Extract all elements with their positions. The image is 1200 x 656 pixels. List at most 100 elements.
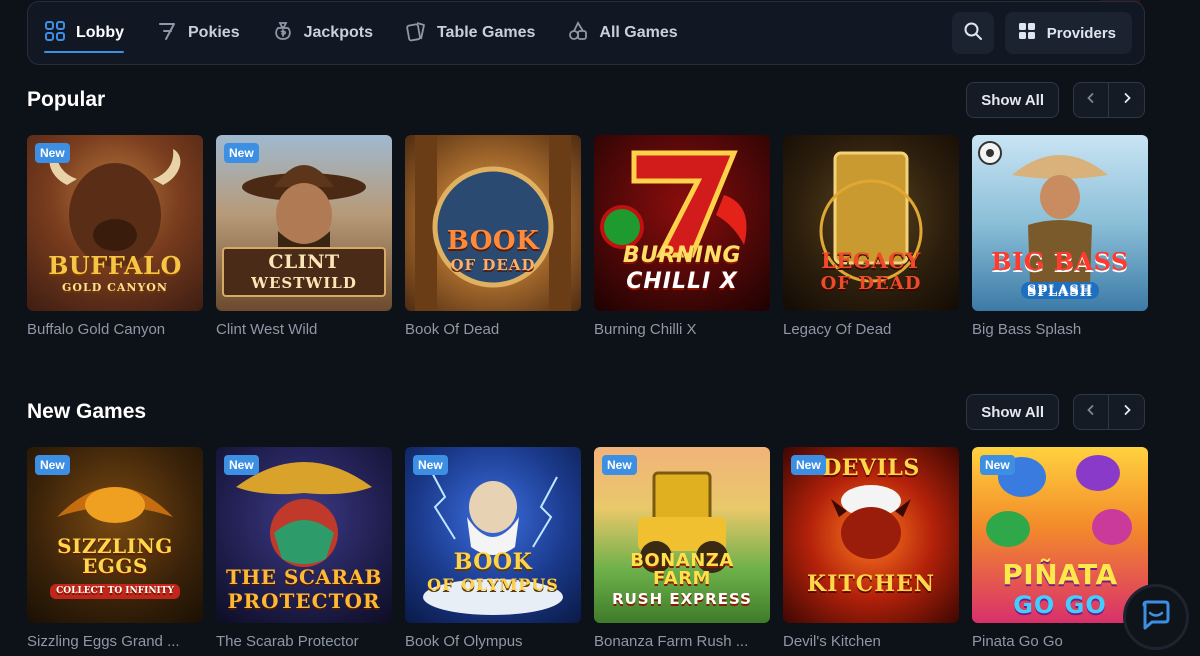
providers-button[interactable]: Providers xyxy=(1004,12,1132,54)
game-logo: CLINT WESTWILD xyxy=(222,247,386,297)
game-card[interactable]: BIG BASS SPLASH Big Bass Splash xyxy=(972,135,1148,338)
game-thumbnail[interactable]: BONANZA FARM RUSH EXPRESS New xyxy=(594,447,770,623)
game-card[interactable]: SIZZLING EGGS COLLECT TO INFINITY New Si… xyxy=(27,447,203,650)
tab-pokies[interactable]: Pokies xyxy=(140,13,256,53)
game-title[interactable]: Book Of Dead xyxy=(405,321,581,338)
game-thumbnail[interactable]: BOOK OF DEAD xyxy=(405,135,581,311)
section-header: New Games Show All xyxy=(27,394,1145,430)
game-title[interactable]: Pinata Go Go xyxy=(972,633,1148,650)
show-all-button[interactable]: Show All xyxy=(966,394,1059,430)
game-title[interactable]: Book Of Olympus xyxy=(405,633,581,650)
scrollbar[interactable] xyxy=(1192,0,1200,656)
game-title[interactable]: Clint West Wild xyxy=(216,321,392,338)
studio-logo xyxy=(978,141,1002,165)
section-title: New Games xyxy=(27,400,147,423)
game-card[interactable]: BOOK OF OLYMPUS New Book Of Olympus xyxy=(405,447,581,650)
book-art xyxy=(415,135,571,311)
cards-icon xyxy=(405,20,427,47)
seven-icon xyxy=(156,20,178,47)
providers-label: Providers xyxy=(1046,24,1116,42)
game-logo: BURNING CHILLI X xyxy=(622,243,742,294)
game-card[interactable]: LEGACY OF DEAD Legacy Of Dead xyxy=(783,135,959,338)
new-badge: New xyxy=(35,143,70,163)
game-logo: THE SCARAB PROTECTOR xyxy=(226,565,382,613)
game-title[interactable]: Big Bass Splash xyxy=(972,321,1148,338)
new-badge: New xyxy=(413,455,448,475)
game-title[interactable]: The Scarab Protector xyxy=(216,633,392,650)
game-card[interactable]: BONANZA FARM RUSH EXPRESS New Bonanza Fa… xyxy=(594,447,770,650)
game-logo: BUFFALO GOLD CANYON xyxy=(48,251,182,294)
game-title[interactable]: Burning Chilli X xyxy=(594,321,770,338)
cherries-icon xyxy=(567,20,589,47)
game-thumbnail[interactable]: BURNING CHILLI X xyxy=(594,135,770,311)
game-thumbnail[interactable]: DEVILS KITCHEN New xyxy=(783,447,959,623)
game-logo: BOOK OF DEAD xyxy=(446,226,540,274)
game-thumbnail[interactable]: CLINT WESTWILD New xyxy=(216,135,392,311)
game-logo: BOOK OF OLYMPUS xyxy=(427,549,559,594)
tab-lobby[interactable]: Lobby xyxy=(44,13,140,53)
game-title[interactable]: Devil's Kitchen xyxy=(783,633,959,650)
game-logo: BONANZA FARM RUSH EXPRESS xyxy=(612,550,752,608)
chat-bubble-icon xyxy=(1140,599,1172,636)
carousel-next-button[interactable] xyxy=(1109,82,1145,118)
new-badge: New xyxy=(35,455,70,475)
game-logo: LEGACY OF DEAD xyxy=(820,248,922,294)
new-badge: New xyxy=(224,143,259,163)
game-card[interactable]: CLINT WESTWILD New Clint West Wild xyxy=(216,135,392,338)
game-thumbnail[interactable]: SIZZLING EGGS COLLECT TO INFINITY New xyxy=(27,447,203,623)
carousel-next-button[interactable] xyxy=(1109,394,1145,430)
game-card[interactable]: DEVILS KITCHEN New Devil's Kitchen xyxy=(783,447,959,650)
game-thumbnail[interactable]: BOOK OF OLYMPUS New xyxy=(405,447,581,623)
casino-lobby-page: Lobby Pokies Jackpots Table Games All Ga… xyxy=(0,0,1200,656)
chevron-left-icon xyxy=(1085,403,1097,421)
tab-all-games[interactable]: All Games xyxy=(551,13,693,53)
chevron-left-icon xyxy=(1085,91,1097,109)
game-thumbnail[interactable]: THE SCARAB PROTECTOR New xyxy=(216,447,392,623)
grid-icon xyxy=(44,20,66,47)
game-logo: PIÑATA GO GO xyxy=(1002,558,1118,619)
game-card[interactable]: BUFFALO GOLD CANYON New Buffalo Gold Can… xyxy=(27,135,203,338)
tab-label: Pokies xyxy=(188,24,240,41)
game-card[interactable]: BOOK OF DEAD Book Of Dead xyxy=(405,135,581,338)
game-thumbnail[interactable]: PIÑATA GO GO New xyxy=(972,447,1148,623)
tab-label: Table Games xyxy=(436,24,536,41)
game-thumbnail[interactable]: BIG BASS SPLASH xyxy=(972,135,1148,311)
tab-jackpots[interactable]: Jackpots xyxy=(256,13,389,53)
chevron-right-icon xyxy=(1121,403,1133,421)
category-navbar: Lobby Pokies Jackpots Table Games All Ga… xyxy=(27,1,1145,65)
section-header: Popular Show All xyxy=(27,82,1145,118)
game-logo: DEVILS KITCHEN xyxy=(807,455,935,597)
game-title[interactable]: Sizzling Eggs Grand ... xyxy=(27,633,203,650)
new-badge: New xyxy=(224,455,259,475)
show-all-button[interactable]: Show All xyxy=(966,82,1059,118)
game-logo: BIG BASS SPLASH xyxy=(991,247,1129,299)
tab-label: Jackpots xyxy=(303,24,373,41)
carousel-prev-button[interactable] xyxy=(1073,82,1109,118)
tab-table-games[interactable]: Table Games xyxy=(389,13,551,53)
game-card[interactable]: BURNING CHILLI X Burning Chilli X xyxy=(594,135,770,338)
new-badge: New xyxy=(980,455,1015,475)
game-title[interactable]: Legacy Of Dead xyxy=(783,321,959,338)
game-carousel: SIZZLING EGGS COLLECT TO INFINITY New Si… xyxy=(27,447,1148,650)
section-title: Popular xyxy=(27,88,106,111)
game-card[interactable]: PIÑATA GO GO New Pinata Go Go xyxy=(972,447,1148,650)
tab-label: Lobby xyxy=(76,24,124,41)
game-card[interactable]: THE SCARAB PROTECTOR New The Scarab Prot… xyxy=(216,447,392,650)
game-thumbnail[interactable]: BUFFALO GOLD CANYON New xyxy=(27,135,203,311)
chevron-right-icon xyxy=(1121,91,1133,109)
section-new-games: New Games Show All SIZZLING EGGS COLLECT… xyxy=(27,394,1148,650)
section-popular: Popular Show All BUFFALO GOLD CANYON New… xyxy=(27,82,1148,338)
carousel-prev-button[interactable] xyxy=(1073,394,1109,430)
tab-label: All Games xyxy=(599,24,678,41)
game-carousel: BUFFALO GOLD CANYON New Buffalo Gold Can… xyxy=(27,135,1148,338)
game-logo: SIZZLING EGGS COLLECT TO INFINITY xyxy=(33,536,197,599)
game-title[interactable]: Bonanza Farm Rush ... xyxy=(594,633,770,650)
game-title[interactable]: Buffalo Gold Canyon xyxy=(27,321,203,338)
new-badge: New xyxy=(791,455,826,475)
search-button[interactable] xyxy=(951,12,994,54)
new-badge: New xyxy=(602,455,637,475)
money-bag-icon xyxy=(272,20,294,47)
search-icon xyxy=(963,21,983,46)
live-chat-button[interactable] xyxy=(1123,584,1189,650)
game-thumbnail[interactable]: LEGACY OF DEAD xyxy=(783,135,959,311)
